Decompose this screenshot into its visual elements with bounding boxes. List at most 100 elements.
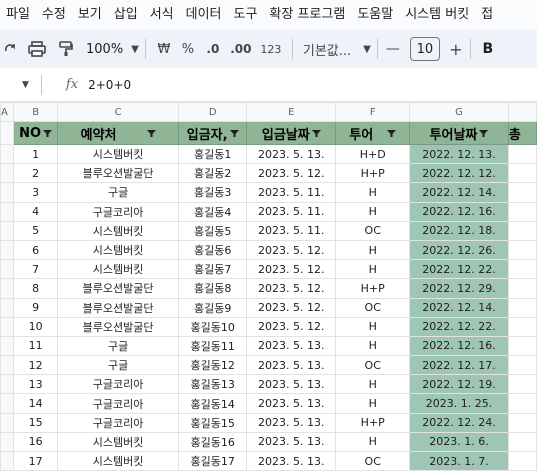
- empty-cell[interactable]: [507, 412, 537, 433]
- no-cell[interactable]: 15: [13, 412, 59, 433]
- place-cell[interactable]: 구글코리아: [57, 412, 180, 433]
- empty-cell[interactable]: [507, 163, 537, 184]
- decrease-font-size-button[interactable]: —: [384, 35, 402, 63]
- no-cell[interactable]: 7: [13, 259, 59, 280]
- row-number[interactable]: [0, 431, 15, 453]
- column-header-b[interactable]: B: [13, 102, 59, 122]
- deposit-date-cell[interactable]: 2023. 5. 13.: [246, 143, 337, 165]
- deposit-date-cell[interactable]: 2023. 5. 13.: [246, 393, 337, 414]
- depositor-cell[interactable]: 홍길동12: [178, 355, 248, 376]
- row-number[interactable]: [0, 297, 15, 318]
- row-number[interactable]: [0, 393, 15, 414]
- deposit-date-cell[interactable]: 2023. 5. 13.: [246, 412, 337, 433]
- tour-date-cell[interactable]: 2022. 12. 29.: [409, 278, 509, 299]
- tour-date-cell[interactable]: 2022. 12. 16.: [409, 201, 509, 222]
- tour-date-cell[interactable]: 2022. 12. 13.: [409, 143, 509, 165]
- empty-cell[interactable]: [507, 239, 537, 261]
- no-cell[interactable]: 14: [13, 393, 59, 414]
- column-header-g[interactable]: G: [409, 102, 509, 122]
- tour-cell[interactable]: H+P: [335, 163, 411, 184]
- tour-date-cell[interactable]: 2022. 12. 16.: [409, 335, 509, 357]
- percent-button[interactable]: %: [176, 35, 200, 63]
- tour-cell[interactable]: H: [335, 182, 411, 203]
- empty-cell[interactable]: [507, 374, 537, 395]
- depositor-cell[interactable]: 홍길동17: [178, 450, 248, 472]
- no-cell[interactable]: 3: [13, 182, 59, 203]
- place-cell[interactable]: 블루오션발굴단: [57, 297, 180, 318]
- empty-cell[interactable]: [507, 450, 537, 472]
- tour-cell[interactable]: H: [335, 374, 411, 395]
- column-header-c[interactable]: C: [57, 102, 180, 122]
- tour-date-cell[interactable]: 2022. 12. 24.: [409, 412, 509, 433]
- depositor-cell[interactable]: 홍길동15: [178, 412, 248, 433]
- formula-input[interactable]: 2+0+0: [88, 78, 131, 92]
- menu-item[interactable]: 시스템 버킷: [399, 0, 475, 30]
- no-cell[interactable]: 16: [13, 431, 59, 453]
- depositor-cell[interactable]: 홍길동16: [178, 431, 248, 453]
- filter-icon[interactable]: [43, 126, 53, 141]
- tour-cell[interactable]: OC: [335, 220, 411, 241]
- header-deposit-date-cell[interactable]: 입금날짜: [246, 121, 337, 145]
- deposit-date-cell[interactable]: 2023. 5. 11.: [246, 220, 337, 241]
- row-number[interactable]: [0, 239, 15, 261]
- depositor-cell[interactable]: 홍길동14: [178, 393, 248, 414]
- increase-decimal-button[interactable]: .00: [226, 35, 256, 63]
- depositor-cell[interactable]: 홍길동10: [178, 316, 248, 337]
- row-number[interactable]: [0, 374, 15, 395]
- filter-icon[interactable]: [311, 126, 321, 141]
- header-deposit-cell[interactable]: 입금자,: [178, 121, 248, 145]
- row-number[interactable]: [0, 412, 15, 433]
- no-cell[interactable]: 4: [13, 201, 59, 222]
- no-cell[interactable]: 6: [13, 239, 59, 261]
- number-format-button[interactable]: 123: [256, 35, 286, 63]
- no-cell[interactable]: 12: [13, 355, 59, 376]
- empty-cell[interactable]: [507, 393, 537, 414]
- deposit-date-cell[interactable]: 2023. 5. 13.: [246, 335, 337, 357]
- header-extra-cell[interactable]: 총: [507, 121, 537, 145]
- place-cell[interactable]: 시스템버킷: [57, 143, 180, 165]
- place-cell[interactable]: 블루오션발굴단: [57, 278, 180, 299]
- empty-cell[interactable]: [507, 297, 537, 318]
- depositor-cell[interactable]: 홍길동8: [178, 278, 248, 299]
- deposit-date-cell[interactable]: 2023. 5. 12.: [246, 239, 337, 261]
- column-header-e[interactable]: E: [246, 102, 337, 122]
- tour-date-cell[interactable]: 2022. 12. 17.: [409, 355, 509, 376]
- menu-item[interactable]: 데이터: [180, 0, 228, 30]
- font-size-input[interactable]: 10: [409, 37, 440, 61]
- place-cell[interactable]: 블루오션발굴단: [57, 316, 180, 337]
- row-number[interactable]: [0, 201, 15, 222]
- filter-icon[interactable]: [479, 126, 489, 141]
- place-cell[interactable]: 시스템버킷: [57, 220, 180, 241]
- tour-cell[interactable]: OC: [335, 297, 411, 318]
- tour-cell[interactable]: H+P: [335, 278, 411, 299]
- row-number[interactable]: [0, 450, 15, 472]
- column-header-f[interactable]: F: [335, 102, 411, 122]
- deposit-date-cell[interactable]: 2023. 5. 12.: [246, 163, 337, 184]
- row-number[interactable]: [0, 163, 15, 184]
- tour-date-cell[interactable]: 2022. 12. 18.: [409, 220, 509, 241]
- header-tour-date-cell[interactable]: 투어날짜: [409, 121, 509, 145]
- deposit-date-cell[interactable]: 2023. 5. 11.: [246, 201, 337, 222]
- tour-date-cell[interactable]: 2022. 12. 22.: [409, 259, 509, 280]
- depositor-cell[interactable]: 홍길동4: [178, 201, 248, 222]
- place-cell[interactable]: 시스템버킷: [57, 431, 180, 453]
- no-cell[interactable]: 17: [13, 450, 59, 472]
- menu-item[interactable]: 보기: [72, 0, 108, 30]
- empty-cell[interactable]: [507, 220, 537, 241]
- decrease-decimal-button[interactable]: .0: [200, 35, 226, 63]
- tour-cell[interactable]: H: [335, 239, 411, 261]
- empty-cell[interactable]: [507, 335, 537, 357]
- no-cell[interactable]: 8: [13, 278, 59, 299]
- tour-cell[interactable]: H+P: [335, 412, 411, 433]
- increase-font-size-button[interactable]: +: [448, 35, 464, 63]
- row-number[interactable]: [0, 316, 15, 337]
- menu-item[interactable]: 도구: [228, 0, 264, 30]
- menu-item[interactable]: 확장 프로그램: [263, 0, 351, 30]
- row-number[interactable]: [0, 220, 15, 241]
- tour-date-cell[interactable]: 2023. 1. 25.: [409, 393, 509, 414]
- header-no-cell[interactable]: NO: [13, 121, 59, 145]
- column-header-d[interactable]: D: [178, 102, 248, 122]
- filter-icon[interactable]: [387, 126, 397, 141]
- row-number[interactable]: [0, 143, 15, 165]
- deposit-date-cell[interactable]: 2023. 5. 13.: [246, 355, 337, 376]
